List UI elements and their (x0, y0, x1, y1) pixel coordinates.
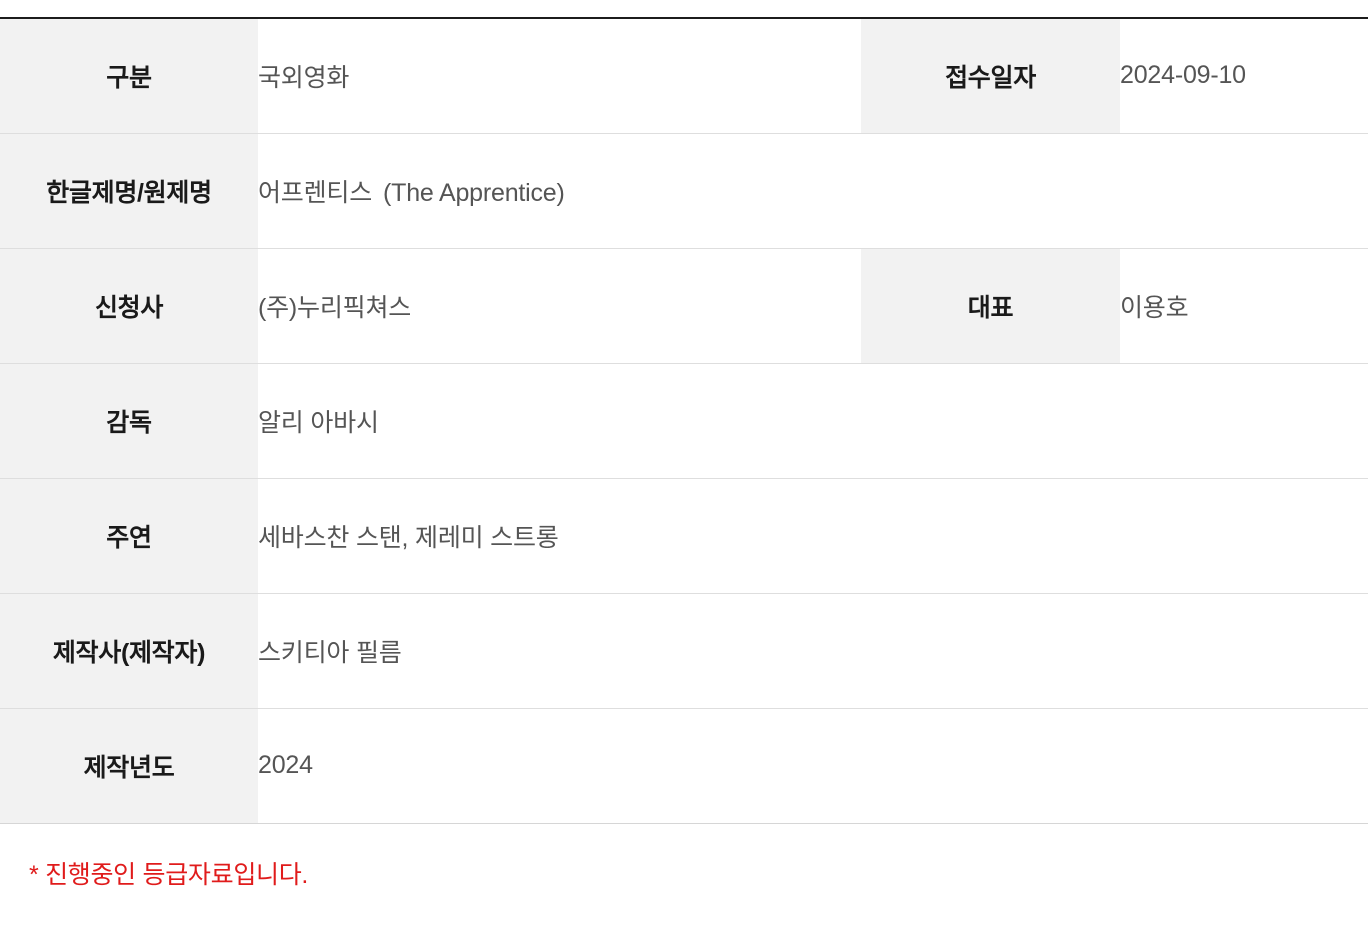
row-label-representative: 대표 (861, 248, 1120, 363)
row-value-category: 국외영화 (258, 18, 861, 133)
title-korean: 어프렌티스 (258, 178, 373, 207)
row-value-production-year: 2024 (258, 708, 1368, 823)
footnote-in-progress-notice: * 진행중인 등급자료입니다. (29, 861, 309, 889)
row-value-receipt-date: 2024-09-10 (1120, 18, 1368, 133)
table-row: 제작년도 2024 (0, 708, 1368, 823)
row-label-applicant: 신청사 (0, 248, 258, 363)
row-label-title: 한글제명/원제명 (0, 133, 258, 248)
row-label-production-year: 제작년도 (0, 708, 258, 823)
row-label-category: 구분 (0, 18, 258, 133)
table-row: 제작사(제작자) 스키티아 필름 (0, 593, 1368, 708)
row-value-production-company: 스키티아 필름 (258, 593, 1368, 708)
film-rating-info-page: 구분 국외영화 접수일자 2024-09-10 한글제명/원제명 어프렌티스 (T… (0, 0, 1368, 927)
table-row: 한글제명/원제명 어프렌티스 (The Apprentice) (0, 133, 1368, 248)
row-value-title: 어프렌티스 (The Apprentice) (258, 133, 1368, 248)
table-row: 감독 알리 아바시 (0, 363, 1368, 478)
row-value-representative: 이용호 (1120, 248, 1368, 363)
table-row: 주연 세바스찬 스탠, 제레미 스트롱 (0, 478, 1368, 593)
row-label-production-company: 제작사(제작자) (0, 593, 258, 708)
row-label-director: 감독 (0, 363, 258, 478)
title-original: (The Apprentice) (383, 178, 565, 207)
row-value-director: 알리 아바시 (258, 363, 1368, 478)
row-value-applicant: (주)누리픽쳐스 (258, 248, 861, 363)
film-info-table: 구분 국외영화 접수일자 2024-09-10 한글제명/원제명 어프렌티스 (T… (0, 17, 1368, 824)
table-row: 구분 국외영화 접수일자 2024-09-10 (0, 18, 1368, 133)
row-value-cast: 세바스찬 스탠, 제레미 스트롱 (258, 478, 1368, 593)
row-label-receipt-date: 접수일자 (861, 18, 1120, 133)
row-label-cast: 주연 (0, 478, 258, 593)
table-row: 신청사 (주)누리픽쳐스 대표 이용호 (0, 248, 1368, 363)
